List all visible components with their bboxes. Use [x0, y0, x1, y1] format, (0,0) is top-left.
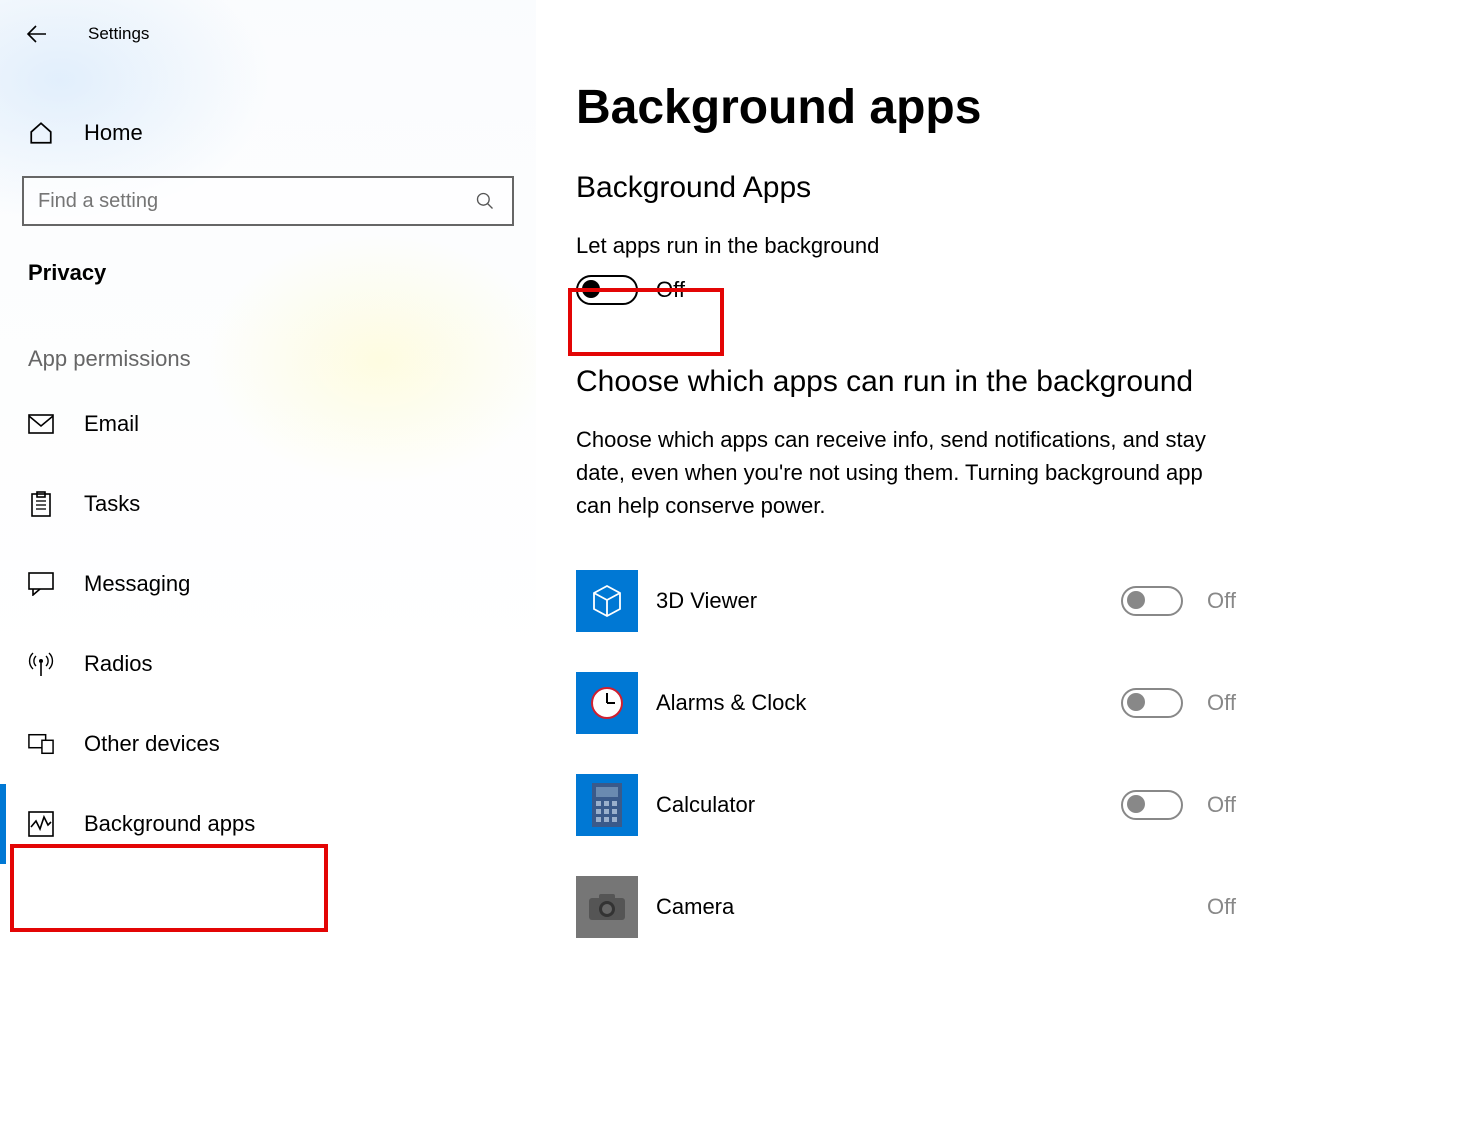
category-title: Privacy	[0, 226, 536, 286]
app-toggle[interactable]	[1121, 586, 1183, 616]
devices-icon	[28, 731, 54, 757]
app-toggle-state: Off	[1207, 690, 1236, 716]
app-name: Camera	[656, 894, 1207, 920]
sidebar-item-email[interactable]: Email	[0, 384, 536, 464]
antenna-icon	[28, 651, 54, 677]
mail-icon	[28, 411, 54, 437]
app-title: Settings	[88, 24, 149, 44]
activity-icon	[28, 811, 54, 837]
sidebar-item-other-devices[interactable]: Other devices	[0, 704, 536, 784]
camera-icon	[587, 892, 627, 922]
main-content: Background apps Background Apps Let apps…	[576, 80, 1236, 958]
app-tile	[576, 876, 638, 938]
app-row-alarms-clock: Alarms & Clock Off	[576, 652, 1236, 754]
sidebar-item-label: Radios	[84, 651, 152, 677]
app-tile	[576, 672, 638, 734]
app-row-3d-viewer: 3D Viewer Off	[576, 550, 1236, 652]
app-toggle-state: Off	[1207, 894, 1236, 920]
app-name: 3D Viewer	[656, 588, 1121, 614]
sidebar-item-label: Background apps	[84, 811, 255, 837]
app-toggle-state: Off	[1207, 792, 1236, 818]
search-input[interactable]	[38, 190, 472, 213]
toggle-knob	[582, 280, 600, 298]
sidebar-item-label: Tasks	[84, 491, 140, 517]
chat-icon	[28, 571, 54, 597]
clipboard-icon	[28, 491, 54, 517]
sidebar-item-messaging[interactable]: Messaging	[0, 544, 536, 624]
master-toggle-state: Off	[656, 277, 685, 303]
sidebar-item-label: Other devices	[84, 731, 220, 757]
choose-description: Choose which apps can receive info, send…	[576, 423, 1236, 522]
app-tile	[576, 774, 638, 836]
app-toggle[interactable]	[1121, 790, 1183, 820]
sidebar-item-background-apps[interactable]: Background apps	[0, 784, 536, 864]
arrow-left-icon	[24, 22, 48, 46]
app-tile	[576, 570, 638, 632]
search-icon	[472, 188, 498, 214]
app-toggle[interactable]	[1121, 688, 1183, 718]
app-name: Calculator	[656, 792, 1121, 818]
sidebar: Settings Home Privacy App permissions Em…	[0, 0, 536, 1129]
app-name: Alarms & Clock	[656, 690, 1121, 716]
sidebar-item-label: Messaging	[84, 571, 190, 597]
sub-title: Background Apps	[576, 171, 1236, 205]
sidebar-item-home[interactable]: Home	[0, 106, 536, 160]
cube-icon	[588, 582, 626, 620]
home-label: Home	[84, 120, 143, 146]
app-toggle-state: Off	[1207, 588, 1236, 614]
back-button[interactable]	[24, 22, 48, 46]
page-title: Background apps	[576, 80, 1236, 135]
sidebar-item-tasks[interactable]: Tasks	[0, 464, 536, 544]
choose-heading: Choose which apps can run in the backgro…	[576, 365, 1236, 399]
master-toggle[interactable]	[576, 275, 638, 305]
app-row-calculator: Calculator Off	[576, 754, 1236, 856]
app-row-camera: Camera Off	[576, 856, 1236, 958]
sidebar-item-label: Email	[84, 411, 139, 437]
clock-icon	[588, 684, 626, 722]
calculator-icon	[588, 781, 626, 829]
search-box[interactable]	[22, 176, 514, 226]
home-icon	[28, 120, 54, 146]
master-toggle-label: Let apps run in the background	[576, 233, 1236, 259]
section-title: App permissions	[0, 286, 536, 384]
sidebar-item-radios[interactable]: Radios	[0, 624, 536, 704]
